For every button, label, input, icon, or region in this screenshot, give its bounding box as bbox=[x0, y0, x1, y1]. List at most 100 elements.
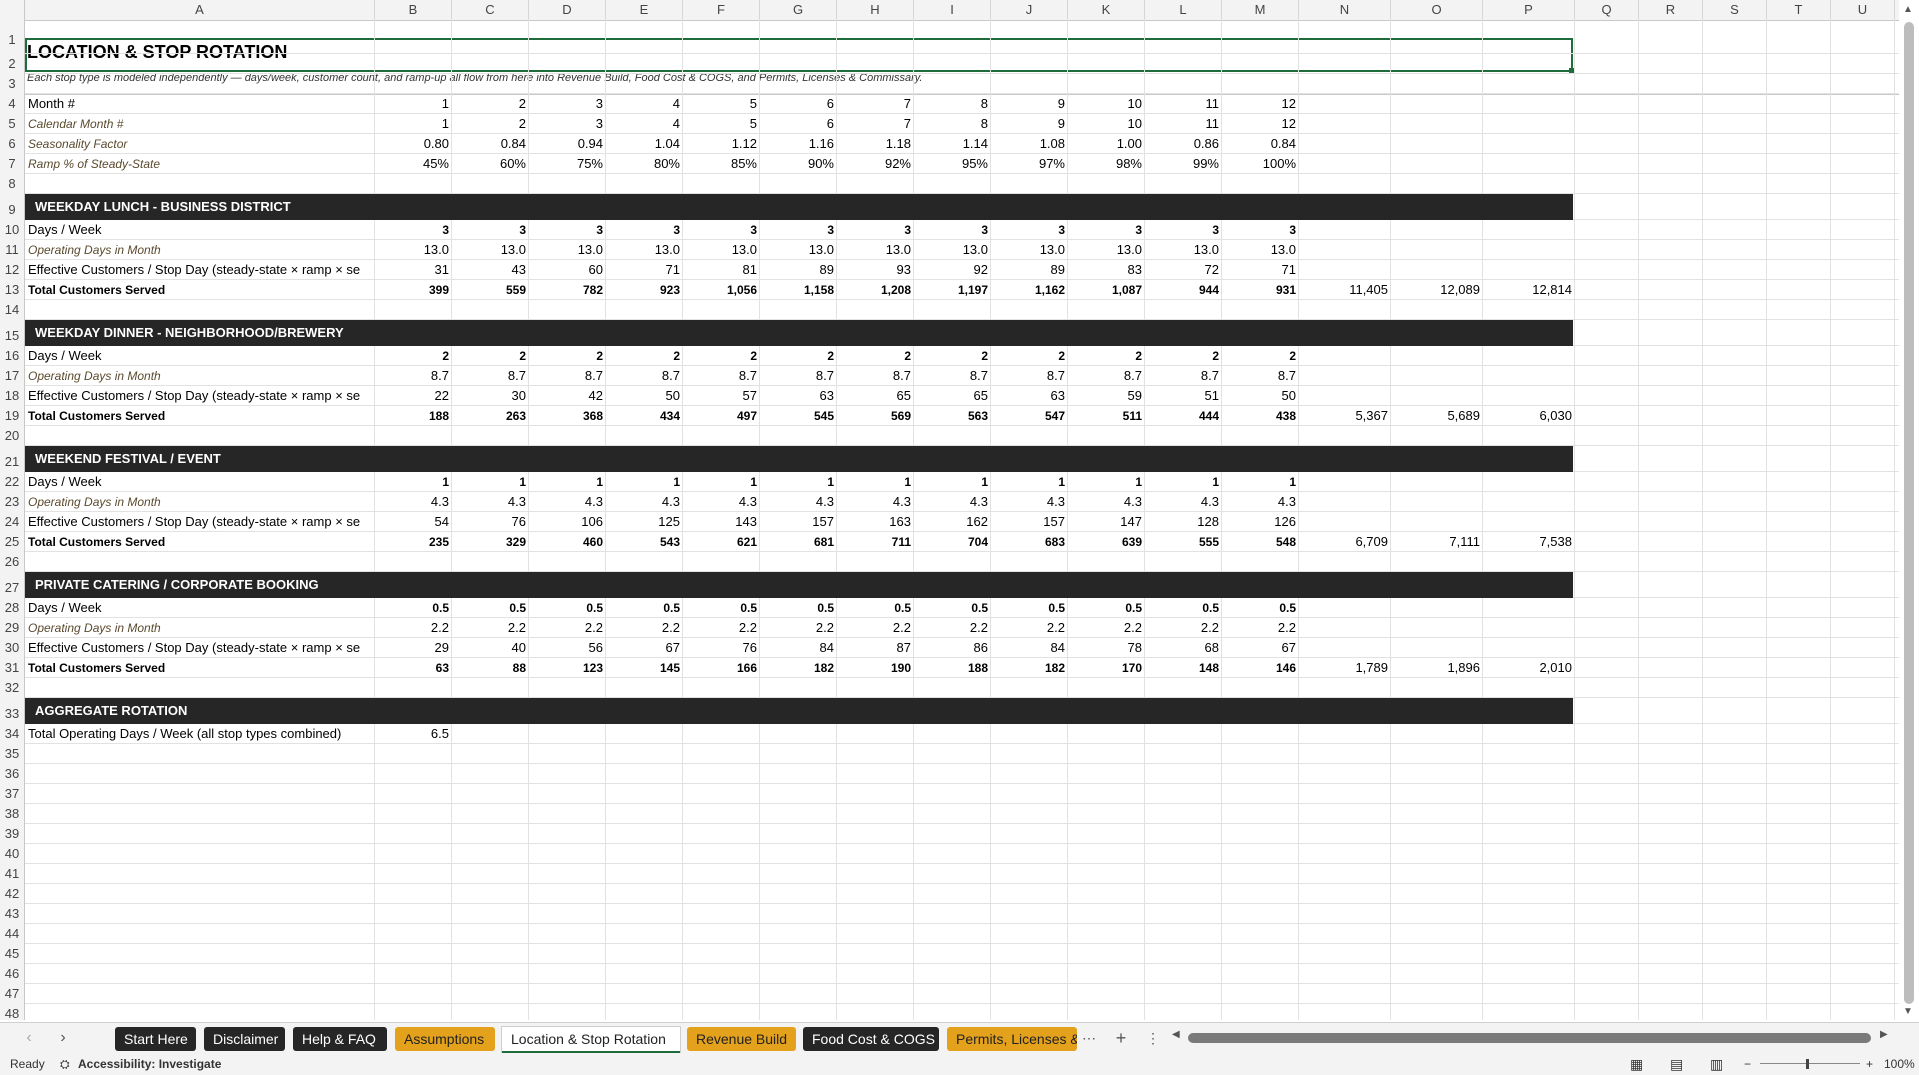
seasonality-factor-cell[interactable]: 0.84 bbox=[452, 134, 529, 154]
operating-days-cell[interactable]: 13.0 bbox=[760, 240, 837, 260]
normal-view-icon[interactable]: ▦ bbox=[1630, 1053, 1643, 1075]
calendar-month-cell[interactable]: 5 bbox=[683, 114, 760, 134]
total-customers-cell[interactable]: 399 bbox=[375, 280, 452, 300]
effective-customers-cell[interactable]: 86 bbox=[914, 638, 991, 658]
days-per-week-cell[interactable]: 2 bbox=[1068, 346, 1145, 366]
days-per-week-cell[interactable]: 3 bbox=[1145, 220, 1222, 240]
operating-days-cell[interactable]: 2.2 bbox=[683, 618, 760, 638]
row-header-33[interactable]: 33 bbox=[0, 698, 24, 724]
page-layout-view-icon[interactable]: ▤ bbox=[1670, 1053, 1683, 1075]
effective-customers-cell[interactable]: 59 bbox=[1068, 386, 1145, 406]
effective-customers-cell[interactable]: 92 bbox=[914, 260, 991, 280]
total-customers-label[interactable]: Total Customers Served bbox=[25, 280, 375, 300]
operating-days-cell[interactable]: 8.7 bbox=[1068, 366, 1145, 386]
row-header-25[interactable]: 25 bbox=[0, 532, 24, 552]
days-per-week-cell[interactable]: 3 bbox=[914, 220, 991, 240]
days-per-week-cell[interactable]: 3 bbox=[837, 220, 914, 240]
row-header-2[interactable]: 2 bbox=[0, 54, 24, 74]
row-header-9[interactable]: 9 bbox=[0, 194, 24, 220]
operating-days-cell[interactable]: 2.2 bbox=[837, 618, 914, 638]
scroll-left-icon[interactable]: ◀ bbox=[1172, 1029, 1180, 1040]
operating-days-cell[interactable]: 2.2 bbox=[760, 618, 837, 638]
effective-customers-cell[interactable]: 128 bbox=[1145, 512, 1222, 532]
days-per-week-cell[interactable]: 0.5 bbox=[1222, 598, 1299, 618]
days-per-week-cell[interactable]: 1 bbox=[1068, 472, 1145, 492]
operating-days-cell[interactable]: 2.2 bbox=[1222, 618, 1299, 638]
days-per-week-cell[interactable]: 1 bbox=[760, 472, 837, 492]
days-per-week-cell[interactable]: 3 bbox=[529, 220, 606, 240]
days-per-week-cell[interactable]: 2 bbox=[606, 346, 683, 366]
column-header-h[interactable]: H bbox=[837, 0, 914, 20]
operating-days-cell[interactable]: 2.2 bbox=[1068, 618, 1145, 638]
total-customers-cell[interactable]: 569 bbox=[837, 406, 914, 426]
sheet-tab[interactable]: Start Here bbox=[115, 1027, 196, 1051]
days-per-week-cell[interactable]: 0.5 bbox=[1145, 598, 1222, 618]
effective-customers-cell[interactable]: 42 bbox=[529, 386, 606, 406]
ramp-percent-cell[interactable]: 95% bbox=[914, 154, 991, 174]
operating-days-cell[interactable]: 13.0 bbox=[375, 240, 452, 260]
days-per-week-cell[interactable]: 3 bbox=[760, 220, 837, 240]
effective-customers-cell[interactable]: 43 bbox=[452, 260, 529, 280]
operating-days-cell[interactable]: 13.0 bbox=[1068, 240, 1145, 260]
days-per-week-cell[interactable]: 3 bbox=[683, 220, 760, 240]
accessibility-status[interactable]: Accessibility: Investigate bbox=[78, 1053, 221, 1075]
operating-days-cell[interactable]: 8.7 bbox=[1145, 366, 1222, 386]
month-number-label[interactable]: Month # bbox=[25, 94, 375, 114]
total-customers-cell[interactable]: 559 bbox=[452, 280, 529, 300]
operating-days-cell[interactable]: 8.7 bbox=[914, 366, 991, 386]
effective-customers-cell[interactable]: 143 bbox=[683, 512, 760, 532]
row-header-5[interactable]: 5 bbox=[0, 114, 24, 134]
annual-total-cell[interactable]: 7,111 bbox=[1391, 532, 1483, 552]
operating-days-cell[interactable]: 8.7 bbox=[1222, 366, 1299, 386]
operating-days-cell[interactable]: 4.3 bbox=[683, 492, 760, 512]
operating-days-cell[interactable]: 8.7 bbox=[606, 366, 683, 386]
month-number-cell[interactable]: 6 bbox=[760, 94, 837, 114]
operating-days-label[interactable]: Operating Days in Month bbox=[25, 366, 375, 386]
total-customers-label[interactable]: Total Customers Served bbox=[25, 658, 375, 678]
calendar-month-cell[interactable]: 1 bbox=[375, 114, 452, 134]
select-all-corner[interactable] bbox=[0, 0, 25, 20]
effective-customers-cell[interactable]: 89 bbox=[991, 260, 1068, 280]
row-header-7[interactable]: 7 bbox=[0, 154, 24, 174]
sheet-tab[interactable]: Help & FAQ bbox=[293, 1027, 387, 1051]
column-header-c[interactable]: C bbox=[452, 0, 529, 20]
effective-customers-cell[interactable]: 67 bbox=[1222, 638, 1299, 658]
zoom-in-icon[interactable]: + bbox=[1866, 1053, 1873, 1075]
effective-customers-cell[interactable]: 93 bbox=[837, 260, 914, 280]
row-header-12[interactable]: 12 bbox=[0, 260, 24, 280]
column-header-q[interactable]: Q bbox=[1575, 0, 1639, 20]
row-header-4[interactable]: 4 bbox=[0, 94, 24, 114]
effective-customers-cell[interactable]: 147 bbox=[1068, 512, 1145, 532]
sheet-tab[interactable]: Disclaimer bbox=[204, 1027, 285, 1051]
effective-customers-cell[interactable]: 31 bbox=[375, 260, 452, 280]
days-per-week-cell[interactable]: 3 bbox=[1068, 220, 1145, 240]
effective-customers-cell[interactable]: 76 bbox=[683, 638, 760, 658]
days-per-week-cell[interactable]: 2 bbox=[375, 346, 452, 366]
effective-customers-cell[interactable]: 29 bbox=[375, 638, 452, 658]
total-customers-cell[interactable]: 543 bbox=[606, 532, 683, 552]
seasonality-factor-cell[interactable]: 1.16 bbox=[760, 134, 837, 154]
total-customers-cell[interactable]: 1,087 bbox=[1068, 280, 1145, 300]
column-header-t[interactable]: T bbox=[1767, 0, 1831, 20]
seasonality-factor-cell[interactable]: 0.84 bbox=[1222, 134, 1299, 154]
month-number-cell[interactable]: 5 bbox=[683, 94, 760, 114]
annual-total-cell[interactable]: 11,405 bbox=[1299, 280, 1391, 300]
accessibility-icon[interactable]: ⛭ bbox=[60, 1053, 70, 1075]
effective-customers-cell[interactable]: 54 bbox=[375, 512, 452, 532]
operating-days-cell[interactable]: 2.2 bbox=[606, 618, 683, 638]
column-header-f[interactable]: F bbox=[683, 0, 760, 20]
operating-days-cell[interactable]: 4.3 bbox=[1068, 492, 1145, 512]
month-number-cell[interactable]: 7 bbox=[837, 94, 914, 114]
total-customers-cell[interactable]: 683 bbox=[991, 532, 1068, 552]
effective-customers-cell[interactable]: 57 bbox=[683, 386, 760, 406]
zoom-level[interactable]: 100% bbox=[1884, 1053, 1915, 1075]
row-header-41[interactable]: 41 bbox=[0, 864, 24, 884]
days-per-week-cell[interactable]: 1 bbox=[914, 472, 991, 492]
calendar-month-cell[interactable]: 6 bbox=[760, 114, 837, 134]
total-customers-cell[interactable]: 782 bbox=[529, 280, 606, 300]
days-per-week-cell[interactable]: 2 bbox=[837, 346, 914, 366]
operating-days-cell[interactable]: 13.0 bbox=[529, 240, 606, 260]
row-header-35[interactable]: 35 bbox=[0, 744, 24, 764]
ramp-percent-cell[interactable]: 99% bbox=[1145, 154, 1222, 174]
effective-customers-cell[interactable]: 89 bbox=[760, 260, 837, 280]
